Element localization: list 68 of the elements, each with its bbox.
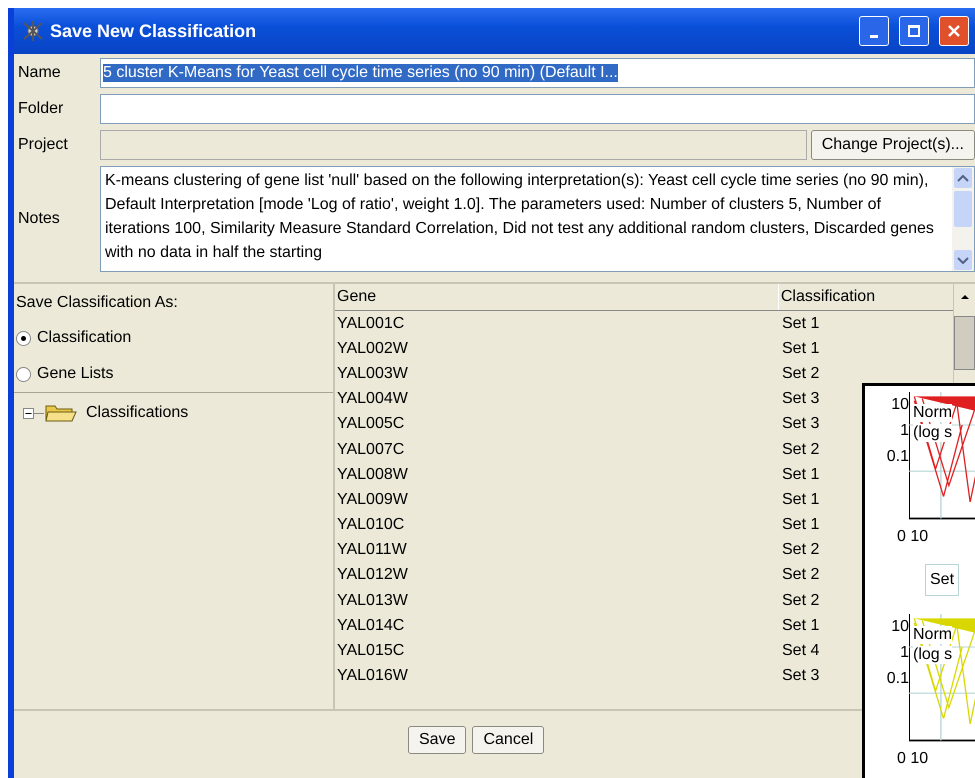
set-label: Set: [925, 564, 960, 596]
table-cell-text: YAL016W: [336, 666, 409, 686]
table-cell-text: YAL008W: [336, 464, 409, 485]
tick-label: 10: [891, 396, 909, 414]
name-value: 5 cluster K-Means for Yeast cell cycle time series (no 90 min) (Default I...: [103, 64, 618, 82]
axis-title: (log s: [913, 424, 952, 442]
table-cell-text: YAL007C: [336, 440, 406, 460]
maximize-icon: [908, 25, 920, 37]
table-cell-text: Set 1: [781, 314, 820, 334]
tick-label: 0.1: [886, 448, 909, 466]
dialog-button[interactable]: Save: [408, 726, 466, 754]
dialog-button[interactable]: Cancel: [472, 726, 544, 754]
axis-title: Norm: [913, 626, 952, 644]
tick-label: 1: [900, 644, 909, 662]
table-cell-text: Set 3: [781, 414, 820, 434]
tick-label: 0.1: [886, 670, 909, 688]
tick-label: 1: [900, 422, 909, 440]
table-cell-text: Set 4: [781, 641, 820, 662]
name-field[interactable]: 5 cluster K-Means for Yeast cell cycle time series (no 90 min) (Default I...: [100, 58, 975, 88]
table-cell-text: YAL013W: [336, 590, 409, 611]
tick-label: 0 10: [896, 749, 930, 768]
project-label: Project: [17, 136, 69, 154]
close-icon: [948, 25, 960, 37]
table-cell-text: YAL003W: [336, 364, 409, 384]
minimize-icon: [870, 34, 878, 38]
table-cell-text: Set 1: [781, 490, 820, 510]
table-cell-text: YAL002W: [336, 338, 409, 359]
table-cell-text: Set 1: [781, 616, 820, 636]
table-cell-text: Set 2: [781, 540, 820, 560]
table-cell-text: Set 3: [781, 389, 820, 410]
tick-label: 10: [891, 618, 909, 636]
table-cell-text: Set 1: [781, 515, 820, 536]
column-header[interactable]: Classification: [778, 284, 953, 310]
axis-title: (log s: [913, 646, 952, 664]
table-cell-text: Set 2: [781, 565, 820, 586]
change-project-button[interactable]: Change Project(s)...: [810, 130, 975, 160]
window-title: Save New Classification: [50, 20, 256, 42]
table-cell-text: Set 1: [781, 464, 820, 485]
table-cell-text: Set 3: [781, 666, 820, 686]
table-cell-text: Set 1: [781, 338, 820, 359]
table-cell-text: YAL010C: [336, 515, 406, 536]
table-cell-text: Set 2: [781, 364, 820, 384]
name-label: Name: [17, 64, 62, 82]
maximize-button[interactable]: [899, 16, 929, 46]
folder-label: Folder: [17, 100, 64, 118]
table-cell-text: YAL004W: [336, 389, 409, 410]
folder-field[interactable]: [100, 94, 975, 124]
table-cell-text: YAL001C: [336, 314, 406, 334]
table-cell-text: YAL012W: [336, 565, 409, 586]
table-cell-text: YAL011W: [336, 540, 408, 560]
scroll-thumb[interactable]: [954, 316, 975, 370]
app-icon: [22, 20, 44, 42]
save-as-label: Save Classification As:: [15, 293, 179, 313]
table-cell-text: YAL015C: [336, 641, 406, 662]
minimize-button[interactable]: [859, 16, 889, 46]
notes-label: Notes: [17, 210, 61, 228]
table-cell-text: YAL009W: [336, 490, 409, 510]
column-header[interactable]: Gene: [335, 284, 778, 310]
close-button[interactable]: [939, 16, 969, 46]
table-cell-text: Set 2: [781, 440, 820, 460]
table-cell-text: Set 2: [781, 590, 820, 611]
tick-label: 0 10: [896, 527, 930, 546]
axis-title: Norm: [913, 404, 952, 422]
table-cell-text: YAL005C: [336, 414, 406, 434]
tree-item[interactable]: Classifications: [86, 404, 188, 422]
table-cell-text: YAL014C: [336, 616, 406, 636]
radio-option[interactable]: Classification: [14, 320, 333, 356]
radio-option[interactable]: Gene Lists: [14, 356, 333, 392]
